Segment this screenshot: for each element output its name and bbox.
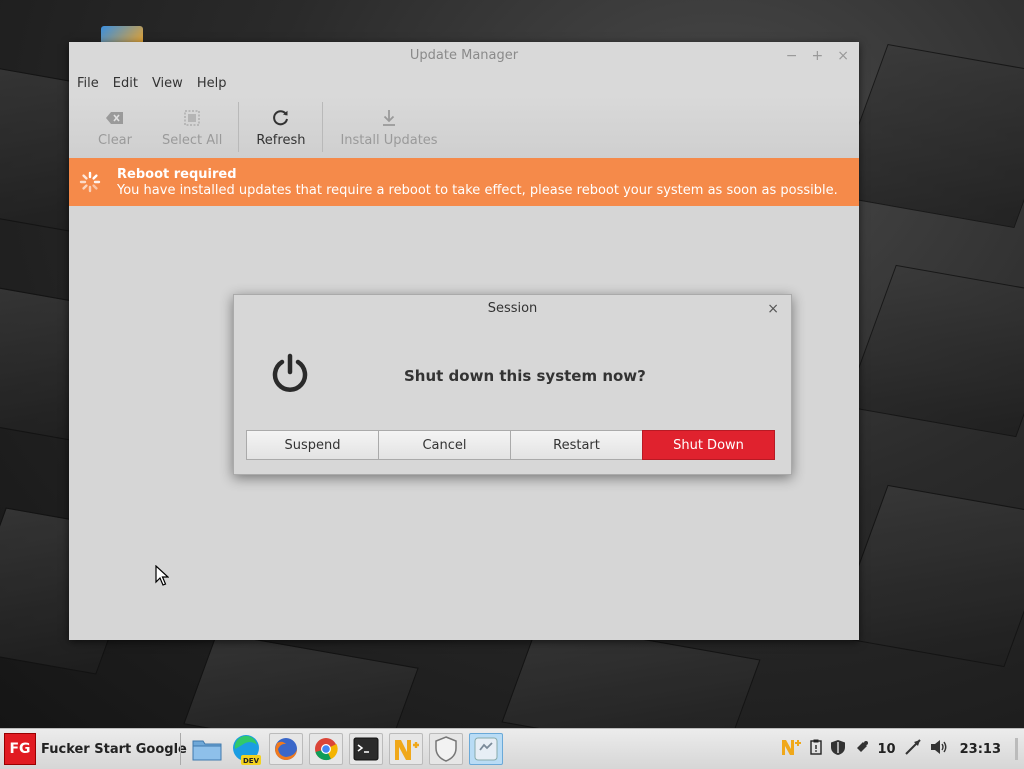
start-label: Fucker Start Google — [41, 741, 187, 757]
suspend-button[interactable]: Suspend — [246, 430, 379, 460]
menu-view[interactable]: View — [152, 76, 183, 91]
clear-label: Clear — [98, 132, 132, 148]
toolbar: Clear Select All Refresh Install Updates — [69, 96, 859, 159]
shield-icon[interactable] — [429, 733, 463, 765]
volume-icon[interactable] — [930, 739, 948, 759]
spinner-icon — [79, 171, 101, 197]
dialog-title: Session — [487, 301, 538, 316]
clock[interactable]: 23:13 — [960, 742, 1001, 757]
menu-bar: File Edit View Help — [69, 70, 859, 96]
terminal-icon[interactable] — [349, 733, 383, 765]
refresh-label: Refresh — [256, 132, 306, 148]
firefox-icon[interactable] — [269, 733, 303, 765]
session-dialog: Session × Shut down this system now? Sus… — [233, 294, 792, 475]
shield-tray-icon[interactable] — [830, 739, 846, 760]
n-plus-icon[interactable] — [389, 733, 423, 765]
svg-text:DEV: DEV — [243, 757, 260, 765]
reboot-title: Reboot required — [117, 167, 237, 182]
cancel-button[interactable]: Cancel — [378, 430, 511, 460]
n-plus-tray-icon[interactable] — [780, 737, 802, 761]
start-logo: FG — [4, 733, 36, 765]
edge-dev-icon[interactable]: DEV — [229, 733, 263, 765]
maximize-icon[interactable]: + — [812, 42, 824, 70]
menu-edit[interactable]: Edit — [113, 76, 138, 91]
dialog-button-row: Suspend Cancel Restart Shut Down — [246, 430, 775, 460]
mouse-pointer-icon — [155, 564, 170, 591]
menu-help[interactable]: Help — [197, 76, 227, 91]
power-icon — [270, 353, 310, 399]
desktop-app-icon[interactable] — [101, 26, 143, 42]
select-all-icon — [184, 107, 200, 129]
restart-button[interactable]: Restart — [510, 430, 643, 460]
window-titlebar[interactable]: Update Manager − + × — [69, 42, 859, 70]
shut-down-button[interactable]: Shut Down — [642, 430, 775, 460]
download-icon — [381, 107, 397, 129]
reboot-message: You have installed updates that require … — [117, 183, 838, 198]
system-tray: 10 23:13 — [780, 729, 1018, 769]
refresh-icon — [272, 107, 290, 129]
select-all-label: Select All — [162, 132, 223, 148]
taskbar-separator — [180, 733, 181, 765]
show-desktop-handle[interactable] — [1015, 738, 1018, 760]
close-icon[interactable]: × — [767, 295, 779, 323]
backspace-icon — [106, 107, 124, 129]
reboot-required-banner: Reboot required You have installed updat… — [69, 158, 859, 206]
minimize-icon[interactable]: − — [786, 42, 798, 70]
dialog-question: Shut down this system now? — [404, 367, 646, 385]
menu-file[interactable]: File — [77, 76, 99, 91]
notifications-icon[interactable] — [854, 739, 870, 759]
install-updates-label: Install Updates — [340, 132, 438, 148]
window-title: Update Manager — [409, 48, 519, 63]
update-manager-icon[interactable] — [469, 733, 503, 765]
taskbar: FG Fucker Start Google DEV 10 23:13 — [0, 728, 1024, 769]
start-menu-button[interactable]: FG Fucker Start Google — [4, 733, 187, 765]
clipboard-icon[interactable] — [809, 739, 822, 759]
dialog-titlebar[interactable]: Session × — [234, 295, 791, 323]
install-updates-button[interactable]: Install Updates — [323, 96, 454, 158]
close-icon[interactable]: × — [837, 42, 849, 70]
notification-count: 10 — [877, 741, 896, 757]
files-icon[interactable] — [190, 733, 224, 765]
chrome-icon[interactable] — [309, 733, 343, 765]
refresh-button[interactable]: Refresh — [239, 96, 322, 158]
clear-button[interactable]: Clear — [69, 96, 148, 158]
select-all-button[interactable]: Select All — [148, 96, 238, 158]
network-icon[interactable] — [904, 739, 922, 759]
